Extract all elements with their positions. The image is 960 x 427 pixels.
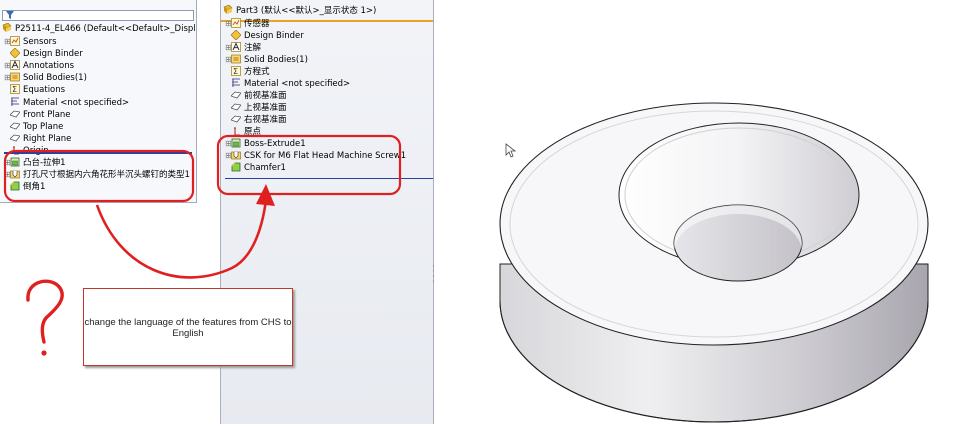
right-features-highlight [216,134,402,196]
question-mark-icon [26,279,64,344]
left-features-highlight [3,149,195,203]
conversion-arrow [95,199,268,279]
annotation-note-box: change the language of the features from… [83,288,293,366]
annotation-note-text: change the language of the features from… [84,317,292,339]
